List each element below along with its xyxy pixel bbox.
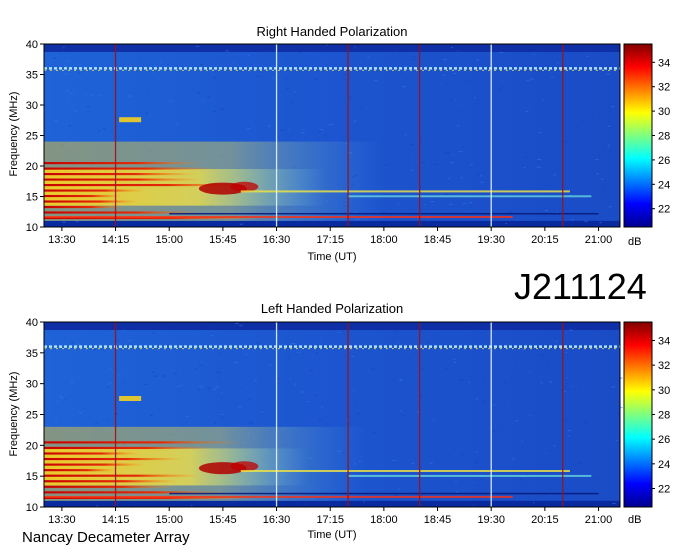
top-x-tick-label: 19:30: [477, 234, 505, 246]
top-x-tick-label: 20:15: [531, 234, 559, 246]
top-y-tick-label: 20: [26, 161, 38, 173]
bottom-x-tick-label: 15:00: [155, 514, 183, 526]
bottom-x-tick-label: 17:15: [316, 514, 344, 526]
bottom-colorbar-tick-label: 28: [658, 410, 670, 422]
top-x-tick-label: 15:00: [155, 234, 183, 246]
bottom-y-tick-label: 25: [26, 410, 38, 422]
top-x-tick-label: 17:15: [316, 234, 344, 246]
bottom-y-tick-label: 40: [26, 317, 38, 329]
bottom-x-tick-label: 18:45: [424, 514, 452, 526]
top-colorbar-tick-label: 24: [658, 179, 670, 191]
bottom-colorbar-tick-label: 24: [658, 459, 670, 471]
top-y-tick-label: 30: [26, 100, 38, 112]
bottom-y-tick-label: 15: [26, 471, 38, 483]
bottom-colorbar-tick-label: 32: [658, 360, 670, 372]
top-x-tick-label: 18:45: [424, 234, 452, 246]
bottom-y-tick-label: 10: [26, 502, 38, 514]
bottom-colorbar-tick-label: 30: [658, 385, 670, 397]
bottom-x-tick-label: 18:00: [370, 514, 398, 526]
top-y-tick-label: 40: [26, 39, 38, 51]
bottom-colorbar-tick-label: 22: [658, 484, 670, 496]
bottom-y-tick-label: 30: [26, 379, 38, 391]
top-y-tick-label: 35: [26, 70, 38, 82]
bottom-spectrogram: 10 15 20 25 30 35 40 13:30 14:15 15:00 15:45 16:30 1…: [26, 317, 671, 526]
top-x-tick-label: 15:45: [209, 234, 237, 246]
top-spectrogram: 10 15 20 25 30 35 40 13:30 14:15 15:00 15:45 16:30 1…: [26, 39, 671, 246]
top-y-tick-label: 25: [26, 131, 38, 143]
top-colorbar-tick-label: 28: [658, 131, 670, 143]
bottom-y-tick-label: 20: [26, 440, 38, 452]
top-x-tick-label: 18:00: [370, 234, 398, 246]
bottom-x-tick-label: 16:30: [263, 514, 291, 526]
bottom-colorbar: [623, 321, 653, 508]
top-colorbar-tick-label: 34: [658, 57, 670, 69]
bottom-x-tick-label: 20:15: [531, 514, 559, 526]
bottom-x-tick-label: 13:30: [48, 514, 76, 526]
top-colorbar-tick-label: 30: [658, 106, 670, 118]
top-colorbar-tick-label: 32: [658, 82, 670, 94]
bottom-colorbar-tick-label: 26: [658, 434, 670, 446]
spectrogram-figure: 10 15 20 25 30 35 40 13:30 14:15 15:00 15:45 16:30 1…: [26, 39, 671, 526]
bottom-x-tick-label: 14:15: [102, 514, 130, 526]
top-colorbar-tick-label: 26: [658, 155, 670, 167]
top-colorbar-tick-label: 22: [658, 204, 670, 216]
bottom-x-tick-label: 21:00: [585, 514, 613, 526]
top-y-tick-label: 15: [26, 192, 38, 204]
bottom-colorbar-tick-label: 34: [658, 336, 670, 348]
top-x-tick-label: 16:30: [263, 234, 291, 246]
bottom-x-tick-label: 15:45: [209, 514, 237, 526]
bottom-y-tick-label: 35: [26, 348, 38, 360]
bottom-x-tick-label: 19:30: [477, 514, 505, 526]
top-x-tick-label: 13:30: [48, 234, 76, 246]
top-x-tick-label: 14:15: [102, 234, 130, 246]
top-y-tick-label: 10: [26, 222, 38, 234]
top-x-tick-label: 21:00: [585, 234, 613, 246]
top-colorbar: [623, 43, 653, 228]
